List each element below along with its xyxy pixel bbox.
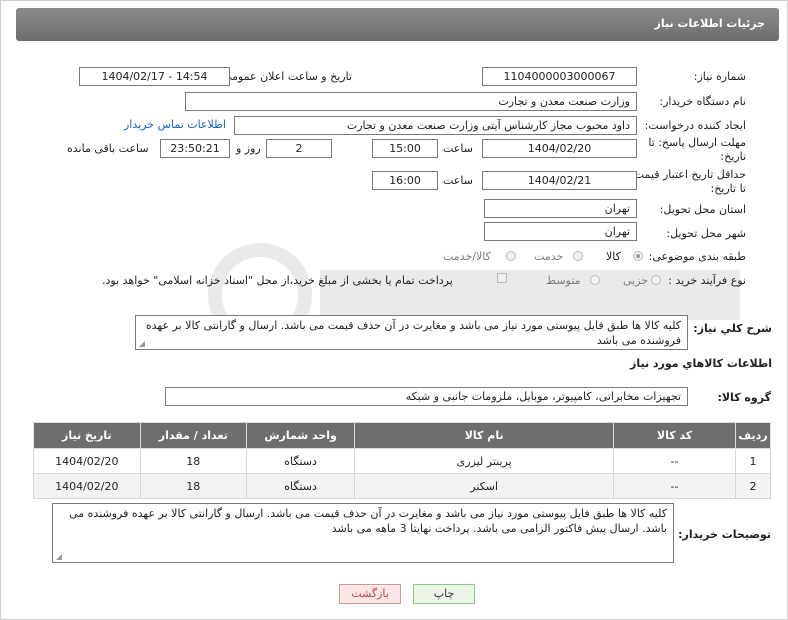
- goods-table-header-row: ردیف کد کالا نام کالا واحد شمارش تعداد /…: [33, 422, 771, 449]
- goods-group-field[interactable]: تجهیزات مخابراتی، کامپیوتر، موبایل، ملزو…: [165, 387, 688, 406]
- col-header-unit: واحد شمارش: [245, 422, 356, 449]
- buyer-notes-textarea[interactable]: کلیه کالا ها طبق فایل پیوستی مورد نیاز م…: [52, 503, 674, 563]
- cell-name: پرینتر لیزری: [354, 448, 615, 474]
- time-remaining-field[interactable]: 23:50:21: [160, 139, 230, 158]
- cell-unit: دستگاه: [245, 473, 356, 499]
- category-label: طبقه بندی موضوعی:: [648, 250, 746, 263]
- reply-deadline-label-2: تاریخ:: [720, 150, 746, 163]
- purchase-type-radio-partial[interactable]: [651, 275, 661, 285]
- cell-date: 1404/02/20: [33, 448, 141, 474]
- delivery-province-field[interactable]: تهران: [484, 199, 637, 218]
- announce-datetime-field[interactable]: 1404/02/17 - 14:54: [79, 67, 230, 86]
- goods-info-title: اطلاعات كالاهاي مورد نياز: [630, 357, 772, 370]
- general-desc-textarea[interactable]: کلیه کالا ها طبق فایل پیوستی مورد نیاز م…: [135, 315, 688, 350]
- col-header-code: کد کالا: [613, 422, 737, 449]
- table-row: 1 -- پرینتر لیزری دستگاه 18 1404/02/20: [33, 448, 771, 474]
- general-desc-text: کلیه کالا ها طبق فایل پیوستی مورد نیاز م…: [145, 319, 681, 347]
- cell-code: --: [613, 448, 737, 474]
- price-validity-date-field[interactable]: 1404/02/21: [482, 171, 637, 190]
- price-validity-time-label: ساعت: [443, 174, 473, 187]
- requester-field[interactable]: داود محبوب مجاز کارشناس آیتی وزارت صنعت …: [234, 116, 637, 135]
- back-button[interactable]: بازگشت: [339, 584, 401, 604]
- treasury-payment-checkbox[interactable]: [497, 273, 507, 283]
- buyer-org-label: نام دستگاه خریدار:: [659, 95, 746, 108]
- category-radio-service[interactable]: [573, 251, 583, 261]
- delivery-city-label: شهر محل تحویل:: [666, 227, 746, 240]
- days-remaining-field[interactable]: 2: [266, 139, 332, 158]
- cell-row-number: 1: [735, 448, 771, 474]
- category-option-service: خدمت: [534, 250, 564, 263]
- reply-deadline-time-field[interactable]: 15:00: [372, 139, 438, 158]
- resize-handle-icon[interactable]: ◢: [137, 340, 145, 348]
- reply-deadline-label-1: مهلت ارسال پاسخ: تا: [648, 136, 746, 149]
- need-number-field[interactable]: 1104000003000067: [482, 67, 637, 86]
- treasury-payment-text: پرداخت تمام یا بخشی از مبلغ خرید،از محل …: [102, 274, 453, 287]
- cell-quantity: 18: [139, 473, 247, 499]
- buyer-org-field[interactable]: وزارت صنعت معدن و تجارت: [185, 92, 637, 111]
- reply-deadline-date-field[interactable]: 1404/02/20: [482, 139, 637, 158]
- col-header-quantity: تعداد / مقدار: [139, 422, 247, 449]
- days-label: روز و: [236, 142, 261, 155]
- time-remaining-label: ساعت باقی مانده: [67, 142, 149, 155]
- col-header-row-number: ردیف: [735, 422, 771, 449]
- goods-table: ردیف کد کالا نام کالا واحد شمارش تعداد /…: [33, 422, 771, 499]
- goods-group-label: گروه کالا:: [717, 391, 771, 404]
- table-row: 2 -- اسکنر دستگاه 18 1404/02/20: [33, 473, 771, 499]
- need-number-label: شماره نیاز:: [693, 70, 746, 83]
- announce-datetime-label: تاریخ و ساعت اعلان عمومی:: [219, 70, 352, 83]
- purchase-type-label: نوع فرآیند خرید :: [668, 274, 746, 287]
- cell-code: --: [613, 473, 737, 499]
- cell-name: اسکنر: [354, 473, 615, 499]
- cell-row-number: 2: [735, 473, 771, 499]
- general-desc-label: شرح كلي نياز:: [693, 322, 772, 335]
- purchase-type-option-medium: متوسط: [546, 274, 581, 287]
- price-validity-time-field[interactable]: 16:00: [372, 171, 438, 190]
- page-header: جزئیات اطلاعات نیاز: [16, 8, 779, 41]
- category-option-both: کالا/خدمت: [443, 250, 491, 263]
- reply-time-label: ساعت: [443, 142, 473, 155]
- delivery-province-label: استان محل تحویل:: [659, 203, 746, 216]
- cell-date: 1404/02/20: [33, 473, 141, 499]
- cell-quantity: 18: [139, 448, 247, 474]
- requester-label: ایجاد کننده درخواست:: [644, 119, 746, 132]
- print-button[interactable]: چاپ: [413, 584, 475, 604]
- delivery-city-field[interactable]: تهران: [484, 222, 637, 241]
- purchase-type-option-partial: جزیی: [623, 274, 649, 287]
- col-header-name: نام کالا: [354, 422, 615, 449]
- purchase-type-radio-medium[interactable]: [590, 275, 600, 285]
- price-validity-label-1: حداقل تاریخ اعتبار قیمت:: [630, 168, 746, 181]
- buyer-contact-link[interactable]: اطلاعات تماس خریدار: [124, 118, 226, 131]
- cell-unit: دستگاه: [245, 448, 356, 474]
- category-radio-both[interactable]: [506, 251, 516, 261]
- category-option-goods: کالا: [606, 250, 621, 263]
- category-radio-goods[interactable]: [633, 251, 643, 261]
- buyer-notes-label: توضیحات خریدار:: [678, 528, 771, 541]
- page-title: جزئیات اطلاعات نیاز: [654, 17, 766, 30]
- col-header-date: تاریخ نیاز: [33, 422, 141, 449]
- buyer-notes-text: کلیه کالا ها طبق فایل پیوستی مورد نیاز م…: [69, 507, 667, 535]
- resize-handle-icon[interactable]: ◢: [54, 553, 62, 561]
- price-validity-label-2: تا تاریخ:: [710, 182, 746, 195]
